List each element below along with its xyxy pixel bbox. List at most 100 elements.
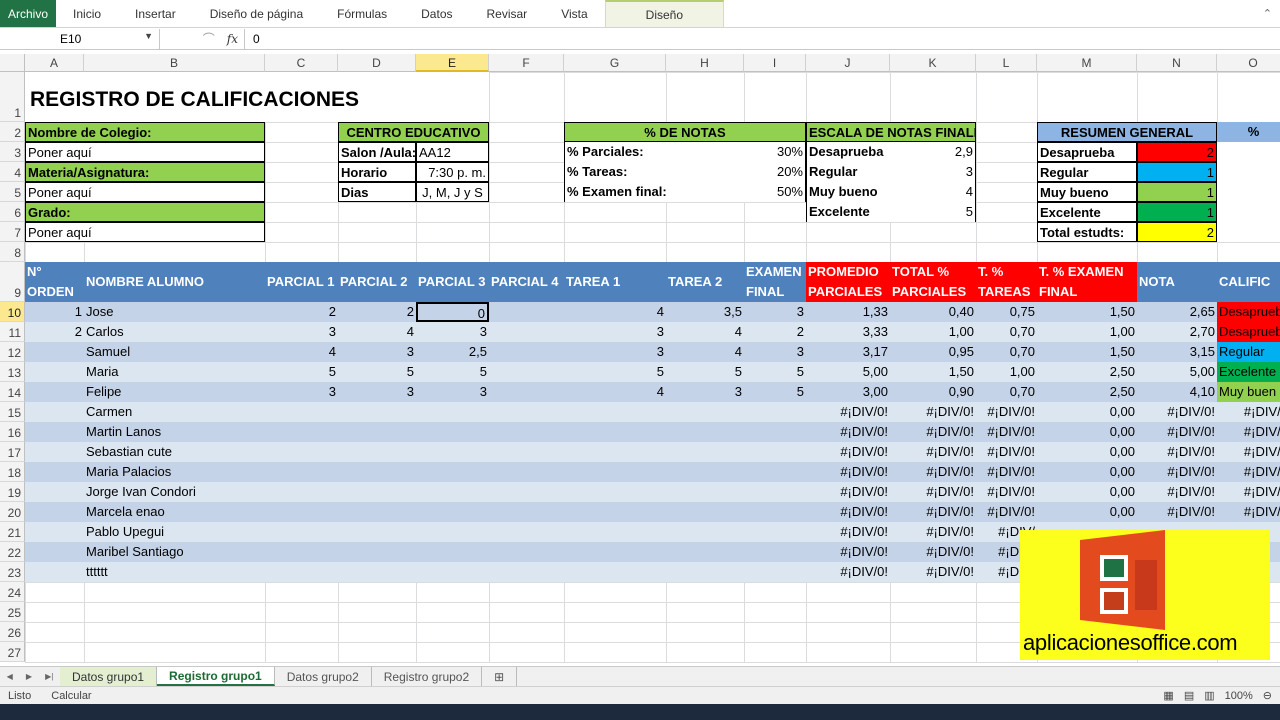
zoom-level[interactable]: 100% [1225,690,1253,702]
label-colegio: Nombre de Colegio: [25,122,265,142]
row-header-22[interactable]: 22 [0,542,25,562]
col-header-C[interactable]: C [265,54,338,72]
cell-totp: #¡DIV/0! [890,542,976,562]
page-break-icon[interactable]: ▥ [1204,689,1214,702]
zoom-out-icon[interactable]: ⊖ [1263,689,1272,702]
cell-p4 [489,362,564,382]
row-header-14[interactable]: 14 [0,382,25,402]
cell-p1 [265,402,338,422]
cell-te: 1,50 [1037,302,1137,322]
gridline [25,662,1280,663]
row-header-26[interactable]: 26 [0,622,25,642]
status-calc[interactable]: Calcular [51,690,91,702]
table-header-3: PARCIAL 2 [338,262,416,302]
col-header-F[interactable]: F [489,54,564,72]
col-header-E[interactable]: E [416,54,489,72]
row-header-27[interactable]: 27 [0,642,25,662]
cell-tt: 0,70 [976,382,1037,402]
cell-te: 0,00 [1037,422,1137,442]
tab-1[interactable]: Insertar [118,0,193,27]
select-all-corner[interactable] [0,54,25,72]
row-header-10[interactable]: 10 [0,302,25,322]
sheet-tab-1[interactable]: Registro grupo1 [157,667,275,686]
cell-cal: #¡DIV/0 [1217,422,1280,442]
cell-prom: #¡DIV/0! [806,502,890,522]
insert-function-icon[interactable]: fx [227,32,238,46]
row-header-25[interactable]: 25 [0,602,25,622]
cell-name: Samuel [84,342,265,362]
row-header-7[interactable]: 7 [0,222,25,242]
cell-n [25,502,84,522]
row-header-11[interactable]: 11 [0,322,25,342]
active-cell[interactable]: 0 [416,302,489,322]
col-header-K[interactable]: K [890,54,976,72]
sheet-tab-0[interactable]: Datos grupo1 [60,667,158,686]
row-header-9[interactable]: 9 [0,262,25,302]
row-header-17[interactable]: 17 [0,442,25,462]
table-header-6: TAREA 1 [564,262,666,302]
normal-view-icon[interactable]: ▦ [1163,689,1173,702]
row-header-15[interactable]: 15 [0,402,25,422]
table-header-2: PARCIAL 1 [265,262,338,302]
salon-label: Salon /Aula: [338,142,416,162]
row-header-1[interactable]: 1 [0,72,25,122]
table-header-1: NOMBRE ALUMNO [84,262,265,302]
row-header-23[interactable]: 23 [0,562,25,582]
chevron-down-icon[interactable]: ▼ [144,31,153,41]
col-header-B[interactable]: B [84,54,265,72]
row-header-12[interactable]: 12 [0,342,25,362]
cell-p1 [265,442,338,462]
cell-totp: #¡DIV/0! [890,502,976,522]
row-header-20[interactable]: 20 [0,502,25,522]
col-header-J[interactable]: J [806,54,890,72]
formula-input[interactable]: 0 [245,32,260,46]
sheet-tab-3[interactable]: Registro grupo2 [372,667,483,686]
tab-archivo[interactable]: Archivo [0,0,57,27]
minimize-ribbon-icon[interactable]: ⌃ [1263,7,1272,20]
sheet-nav[interactable]: ◀ ▶ ▶| [0,667,60,686]
tab-3[interactable]: Fórmulas [320,0,404,27]
row-header-4[interactable]: 4 [0,162,25,182]
cell-t2: 5 [666,362,744,382]
row-header-8[interactable]: 8 [0,242,25,262]
col-header-N[interactable]: N [1137,54,1217,72]
tab-4[interactable]: Datos [404,0,469,27]
row-header-3[interactable]: 3 [0,142,25,162]
cell-p4 [489,342,564,362]
col-header-H[interactable]: H [666,54,744,72]
cancel-icon[interactable]: ⌒ [203,30,215,47]
row-header-13[interactable]: 13 [0,362,25,382]
col-header-L[interactable]: L [976,54,1037,72]
row-header-19[interactable]: 19 [0,482,25,502]
cell-n: 1 [25,302,84,322]
col-header-D[interactable]: D [338,54,416,72]
cell-n: 2 [25,322,84,342]
col-header-I[interactable]: I [744,54,806,72]
row-header-16[interactable]: 16 [0,422,25,442]
col-header-A[interactable]: A [25,54,84,72]
cell-name: Jorge Ivan Condori [84,482,265,502]
new-sheet-icon[interactable]: ⊞ [482,667,518,686]
col-header-M[interactable]: M [1037,54,1137,72]
resumen-pct [1217,182,1280,202]
input-grado: Poner aquí [25,222,265,242]
cell-t1: 4 [564,302,666,322]
tab-6[interactable]: Vista [544,0,604,27]
row-header-2[interactable]: 2 [0,122,25,142]
col-header-O[interactable]: O [1217,54,1280,72]
tab-2[interactable]: Diseño de página [193,0,320,27]
page-layout-icon[interactable]: ▤ [1184,689,1194,702]
row-header-6[interactable]: 6 [0,202,25,222]
tab-0[interactable]: Inicio [56,0,118,27]
cell-ex [744,502,806,522]
row-header-18[interactable]: 18 [0,462,25,482]
row-header-24[interactable]: 24 [0,582,25,602]
sheet-tab-2[interactable]: Datos grupo2 [275,667,372,686]
name-box[interactable]: E10 ▼ [0,28,160,49]
col-header-G[interactable]: G [564,54,666,72]
row-header-21[interactable]: 21 [0,522,25,542]
row-header-5[interactable]: 5 [0,182,25,202]
tab-diseno-context[interactable]: Diseño [604,0,725,27]
cell-p3 [416,562,489,582]
tab-5[interactable]: Revisar [470,0,545,27]
